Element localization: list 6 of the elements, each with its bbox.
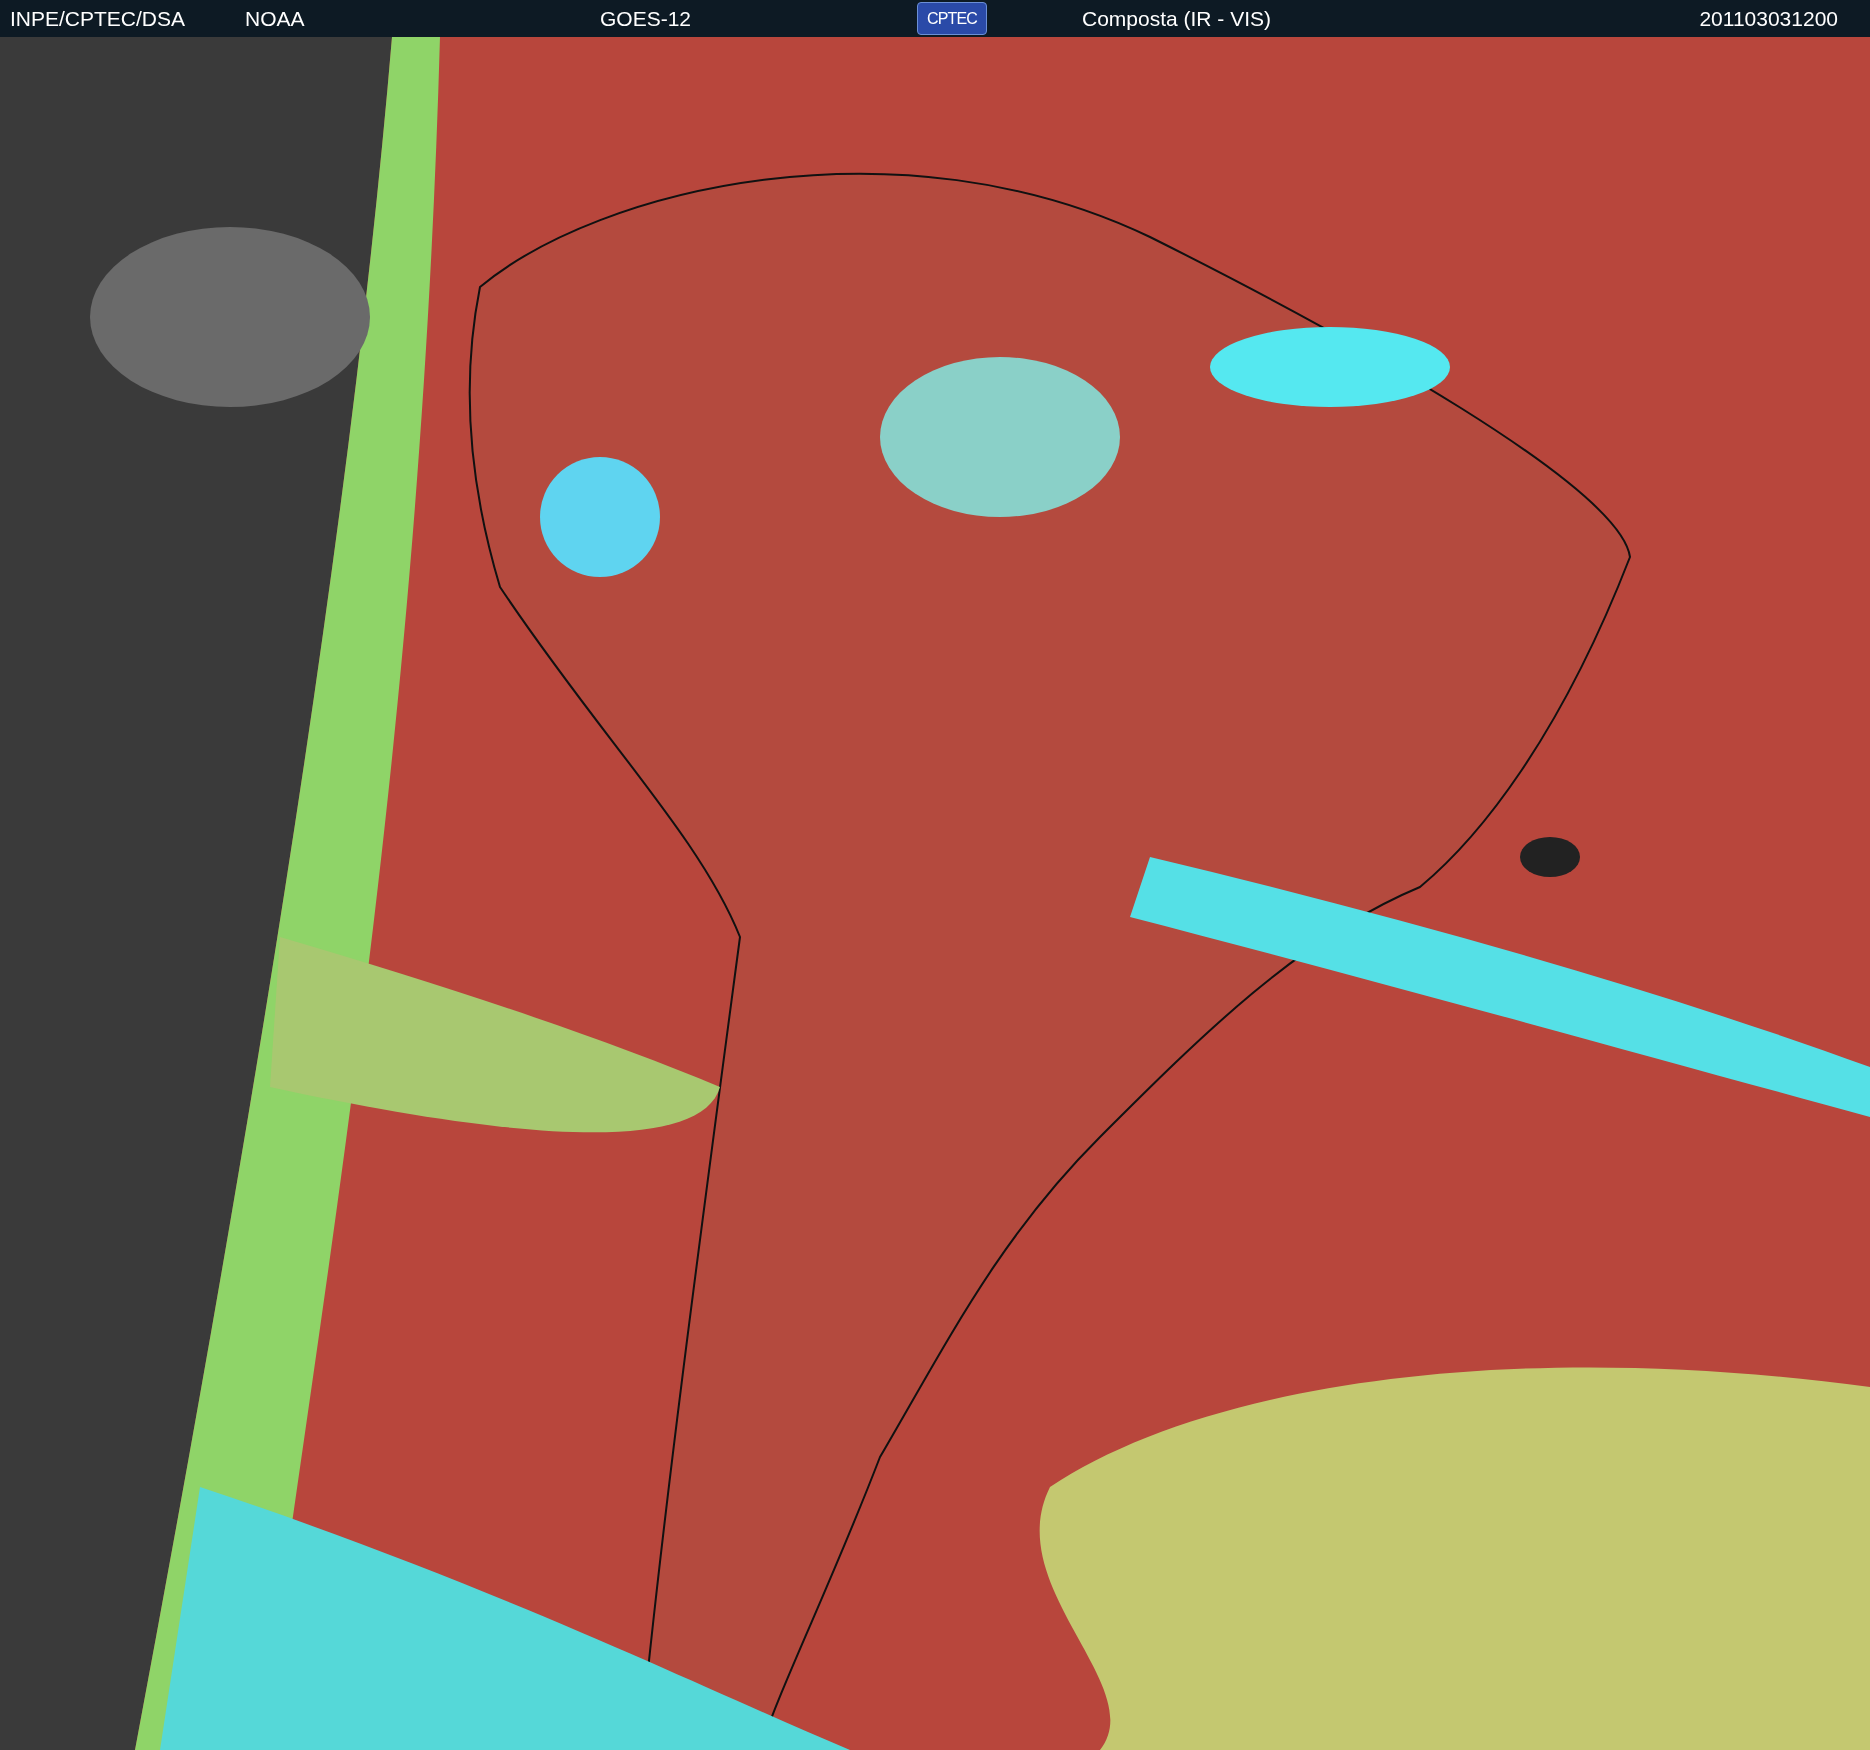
satellite-label: GOES-12 [600, 5, 693, 32]
source-label: INPE/CPTEC/DSA [10, 5, 187, 32]
product-label: Composta (IR - VIS) [1082, 5, 1272, 32]
agency-label: NOAA [245, 5, 306, 32]
logo: CPTEC [917, 2, 987, 35]
timestamp-label: 201103031200 [1699, 5, 1838, 32]
